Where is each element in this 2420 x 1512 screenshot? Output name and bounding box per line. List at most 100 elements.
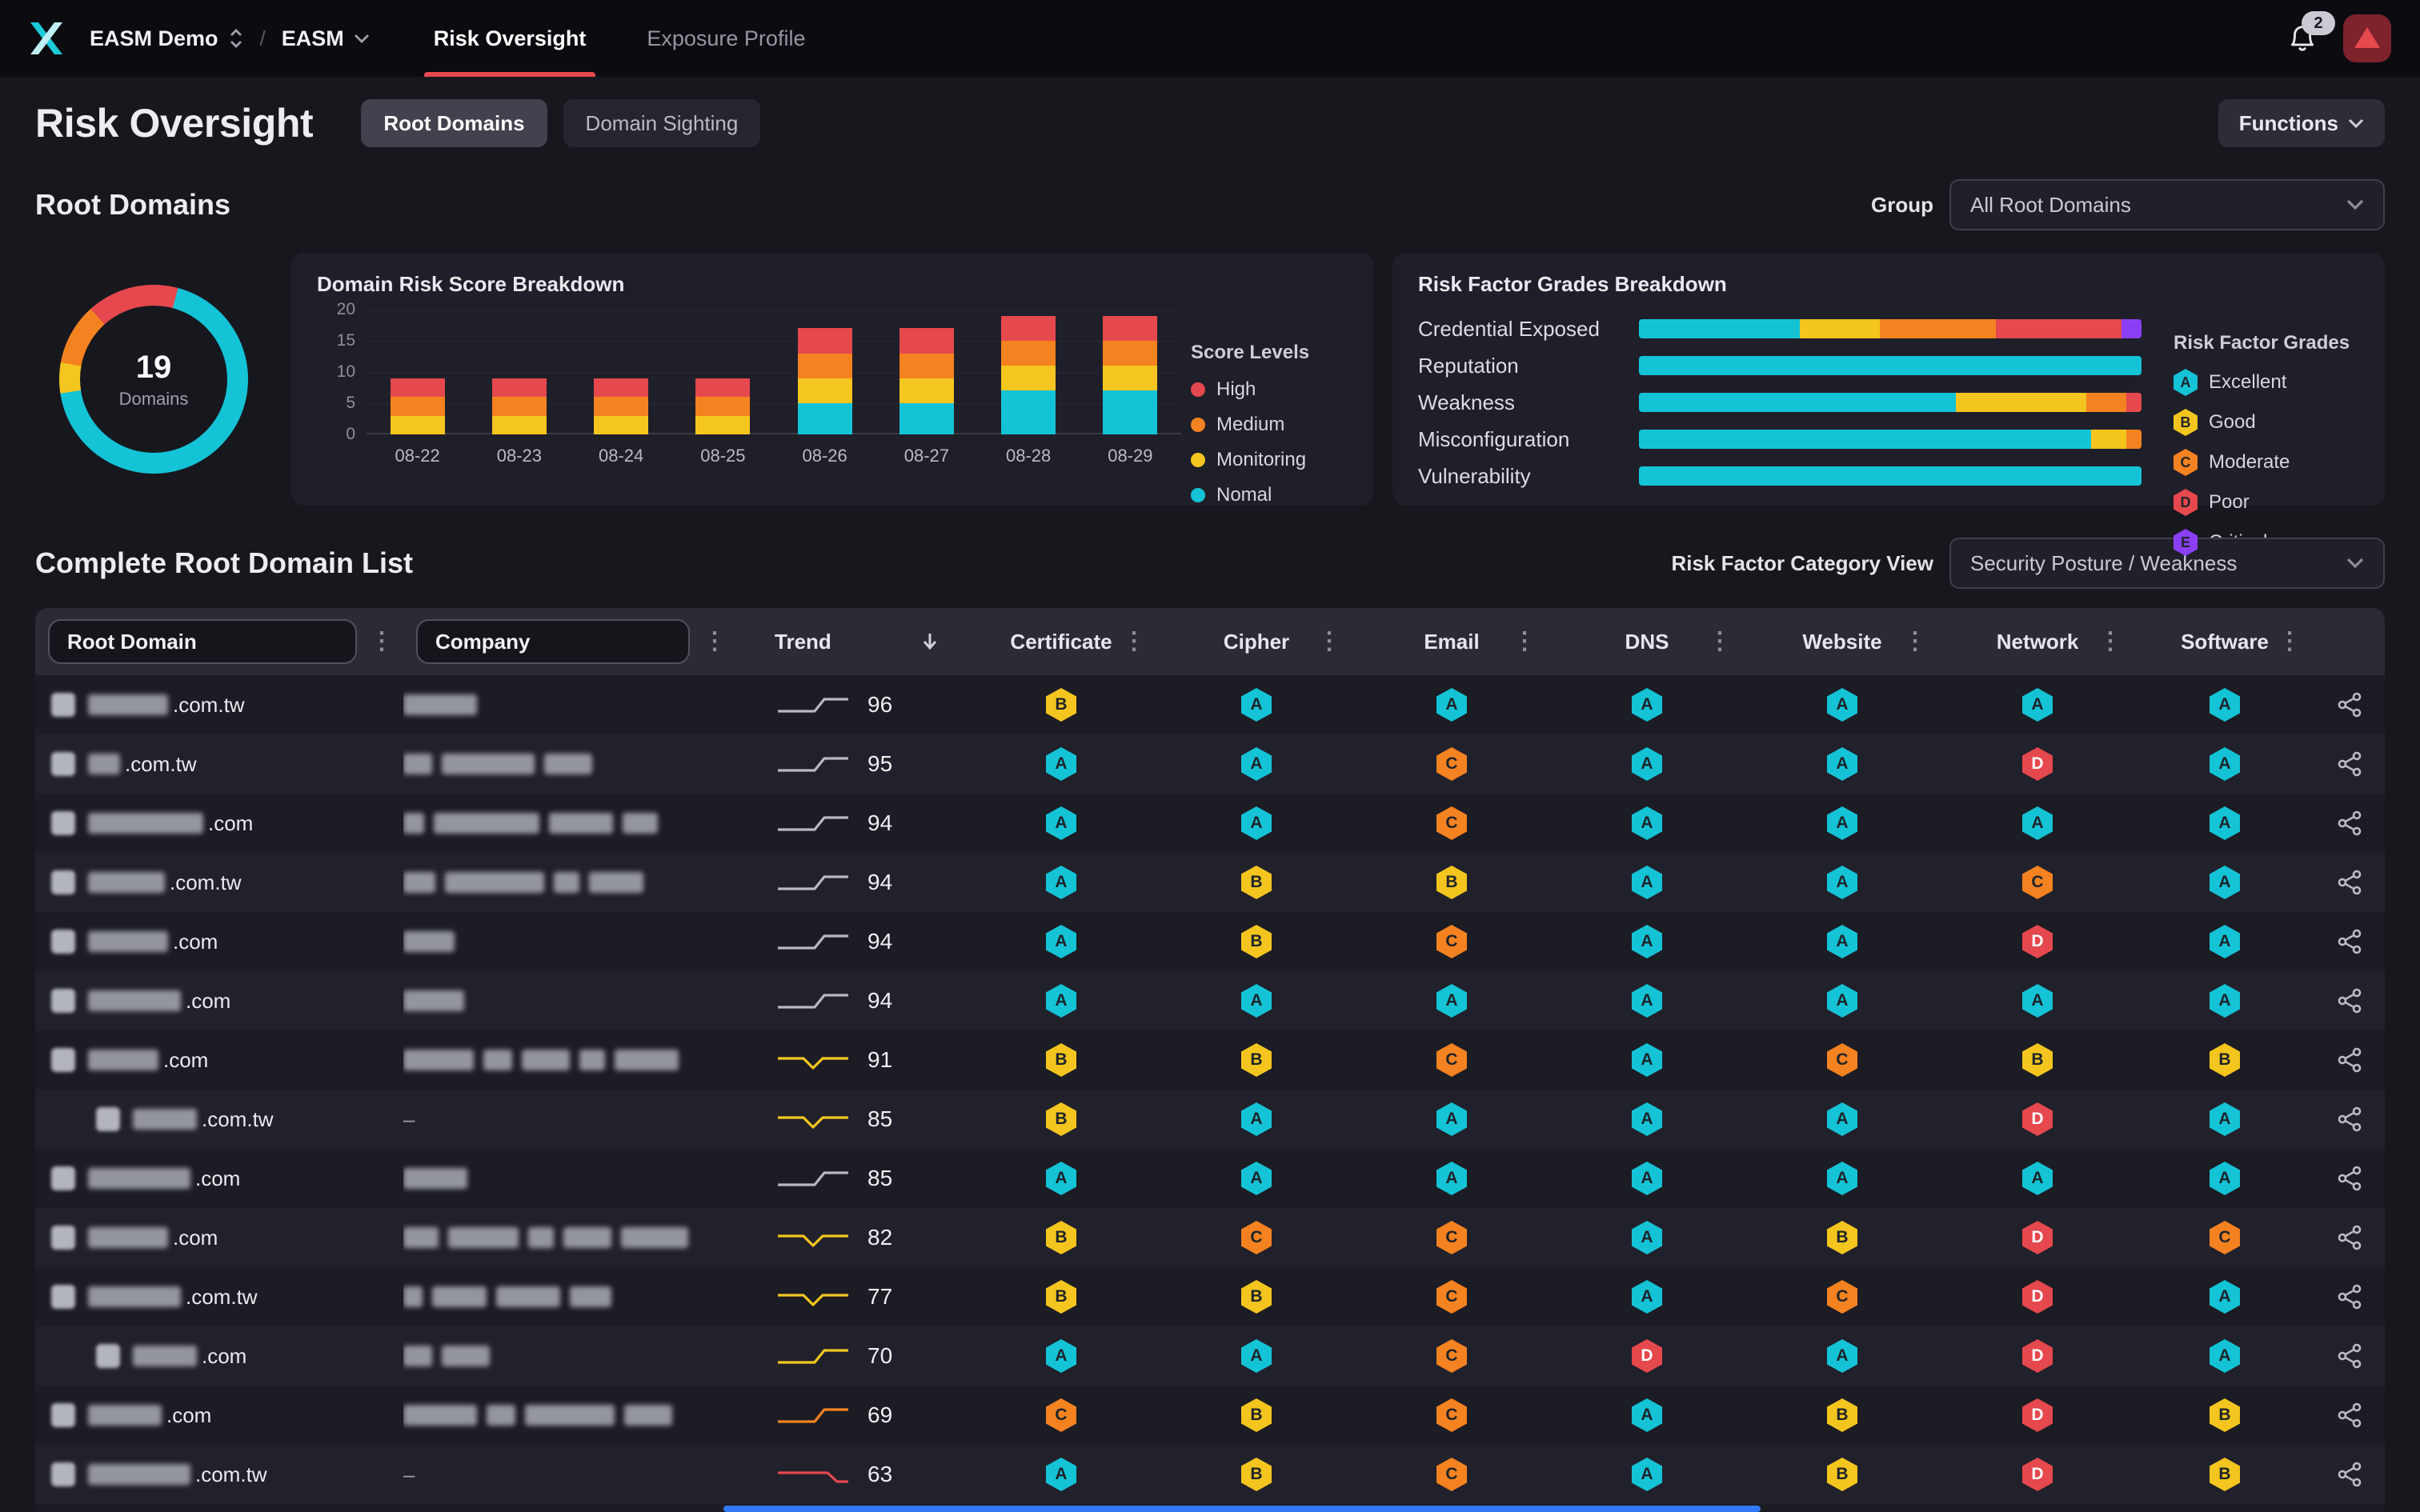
relation-map-icon[interactable] [2337, 1284, 2362, 1310]
grade-badge-d: D [2022, 1221, 2053, 1254]
relation-map-icon[interactable] [2337, 870, 2362, 895]
tab-exposure-profile[interactable]: Exposure Profile [647, 0, 805, 77]
grade-cell: A [2135, 1267, 2314, 1326]
redacted-company-name [445, 872, 544, 893]
notifications-button[interactable]: 2 [2287, 22, 2318, 54]
user-avatar[interactable] [2343, 14, 2391, 62]
grade-badge-b: B [1046, 1280, 1076, 1314]
grade-badge-a: A [1046, 866, 1076, 899]
redacted-company-name [442, 754, 535, 774]
relation-map-icon[interactable] [2337, 1047, 2362, 1073]
category-view-select[interactable]: Security Posture / Weakness [1949, 538, 2385, 589]
col-header-trend[interactable]: Trend [736, 608, 964, 675]
table-row[interactable]: .com.tw96BAAAAAA [35, 675, 2385, 734]
grade-cell: C [1940, 853, 2135, 912]
redacted-company-name [403, 1346, 432, 1366]
table-row[interactable]: .com70AACDADA [35, 1326, 2385, 1386]
legend-label: High [1216, 378, 1256, 401]
grade-badge-a: A [1632, 747, 1662, 781]
functions-label: Functions [2239, 111, 2338, 136]
grade-cell: B [1159, 912, 1354, 971]
column-menu-icon[interactable]: ⋮ [693, 630, 736, 654]
brand-logo-icon [26, 18, 67, 59]
relation-map-icon[interactable] [2337, 929, 2362, 954]
company-header-pill[interactable]: Company [416, 619, 690, 664]
table-row[interactable]: .com.tw94ABBAACA [35, 853, 2385, 912]
col-header-email[interactable]: Email⋮ [1354, 608, 1549, 675]
grade-cell: A [1549, 1208, 1745, 1267]
redacted-domain-name [88, 990, 181, 1011]
col-header-software[interactable]: Software⋮ [2135, 608, 2314, 675]
functions-button[interactable]: Functions [2218, 99, 2385, 147]
table-row[interactable]: .com94ABCAADA [35, 912, 2385, 971]
table-row[interactable]: .com69CBCABDB [35, 1386, 2385, 1445]
column-menu-icon[interactable]: ⋮ [1112, 630, 1156, 654]
column-menu-icon[interactable]: ⋮ [1893, 630, 1937, 654]
relation-map-icon[interactable] [2337, 1166, 2362, 1191]
column-menu-icon[interactable]: ⋮ [360, 630, 403, 654]
table-row[interactable]: .com.tw–63ABCABDB [35, 1445, 2385, 1504]
column-menu-icon[interactable]: ⋮ [2268, 630, 2311, 654]
x-axis-label: 08-29 [1098, 446, 1162, 466]
col-header-certificate[interactable]: Certificate⋮ [964, 608, 1159, 675]
factor-bar-segment [1639, 430, 2091, 449]
bar-segment [695, 378, 750, 397]
relation-map-icon[interactable] [2337, 692, 2362, 718]
horizontal-scrollbar-thumb[interactable] [723, 1506, 1761, 1512]
table-row[interactable]: .com.tw–85BAAAADA [35, 1090, 2385, 1149]
table-row[interactable]: .com.tw95AACAADA [35, 734, 2385, 794]
trend-score: 96 [867, 692, 892, 718]
column-menu-icon[interactable]: ⋮ [1308, 630, 1351, 654]
root-domain-header-pill[interactable]: Root Domain [48, 619, 357, 664]
org-switcher[interactable]: EASM Demo [90, 26, 244, 51]
grade-cell: A [1354, 1149, 1549, 1208]
column-menu-icon[interactable]: ⋮ [2089, 630, 2132, 654]
relation-map-icon[interactable] [2337, 1462, 2362, 1487]
trend-cell: 91 [736, 1030, 964, 1090]
relation-map-icon[interactable] [2337, 1343, 2362, 1369]
toggle-domain-sighting[interactable]: Domain Sighting [563, 99, 761, 147]
relation-map-icon[interactable] [2337, 1106, 2362, 1132]
relation-map-icon[interactable] [2337, 751, 2362, 777]
tab-risk-oversight[interactable]: Risk Oversight [434, 0, 587, 77]
trend-score: 70 [867, 1343, 892, 1369]
relation-map-icon[interactable] [2337, 810, 2362, 836]
root-domain-cell: .com [35, 1386, 403, 1445]
grade-badge-a: A [2210, 747, 2240, 781]
group-select[interactable]: All Root Domains [1949, 179, 2385, 230]
action-cell [2314, 1267, 2385, 1326]
table-row[interactable]: .com94AACAAAA [35, 794, 2385, 853]
chevron-down-icon [2346, 199, 2364, 210]
bar-segment [695, 416, 750, 434]
grade-badge-a: A [1241, 1339, 1272, 1373]
table-row[interactable]: .com.tw77BBCACDA [35, 1267, 2385, 1326]
workspace-switcher[interactable]: EASM [282, 26, 370, 51]
grade-cell: A [2135, 675, 2314, 734]
site-favicon [51, 693, 75, 717]
relation-map-icon[interactable] [2337, 1225, 2362, 1250]
table-row[interactable]: .com94AAAAAAA [35, 971, 2385, 1030]
trend-cell: 96 [736, 675, 964, 734]
grade-cell: C [1354, 1030, 1549, 1090]
column-menu-icon[interactable]: ⋮ [1698, 630, 1741, 654]
sort-desc-icon[interactable] [922, 632, 938, 651]
table-row[interactable]: .com91BBCACBB [35, 1030, 2385, 1090]
redacted-company-name [403, 1168, 467, 1189]
relation-map-icon[interactable] [2337, 1402, 2362, 1428]
col-header-cipher[interactable]: Cipher⋮ [1159, 608, 1354, 675]
trend-cell: 94 [736, 971, 964, 1030]
table-row[interactable]: .com85AAAAAAA [35, 1149, 2385, 1208]
table-row[interactable]: .com82BCCABDC [35, 1208, 2385, 1267]
grade-cell: B [2135, 1504, 2314, 1512]
col-header-website[interactable]: Website⋮ [1745, 608, 1940, 675]
col-header-network[interactable]: Network⋮ [1940, 608, 2135, 675]
col-header-dns[interactable]: DNS⋮ [1549, 608, 1745, 675]
column-menu-icon[interactable]: ⋮ [1503, 630, 1546, 654]
app-logo[interactable] [22, 14, 70, 62]
action-cell [2314, 1208, 2385, 1267]
grade-badge-a: A [2022, 1162, 2053, 1195]
domain-suffix: .com [173, 1226, 218, 1250]
grade-badge-b: B [1827, 1221, 1857, 1254]
toggle-root-domains[interactable]: Root Domains [361, 99, 547, 147]
relation-map-icon[interactable] [2337, 988, 2362, 1014]
